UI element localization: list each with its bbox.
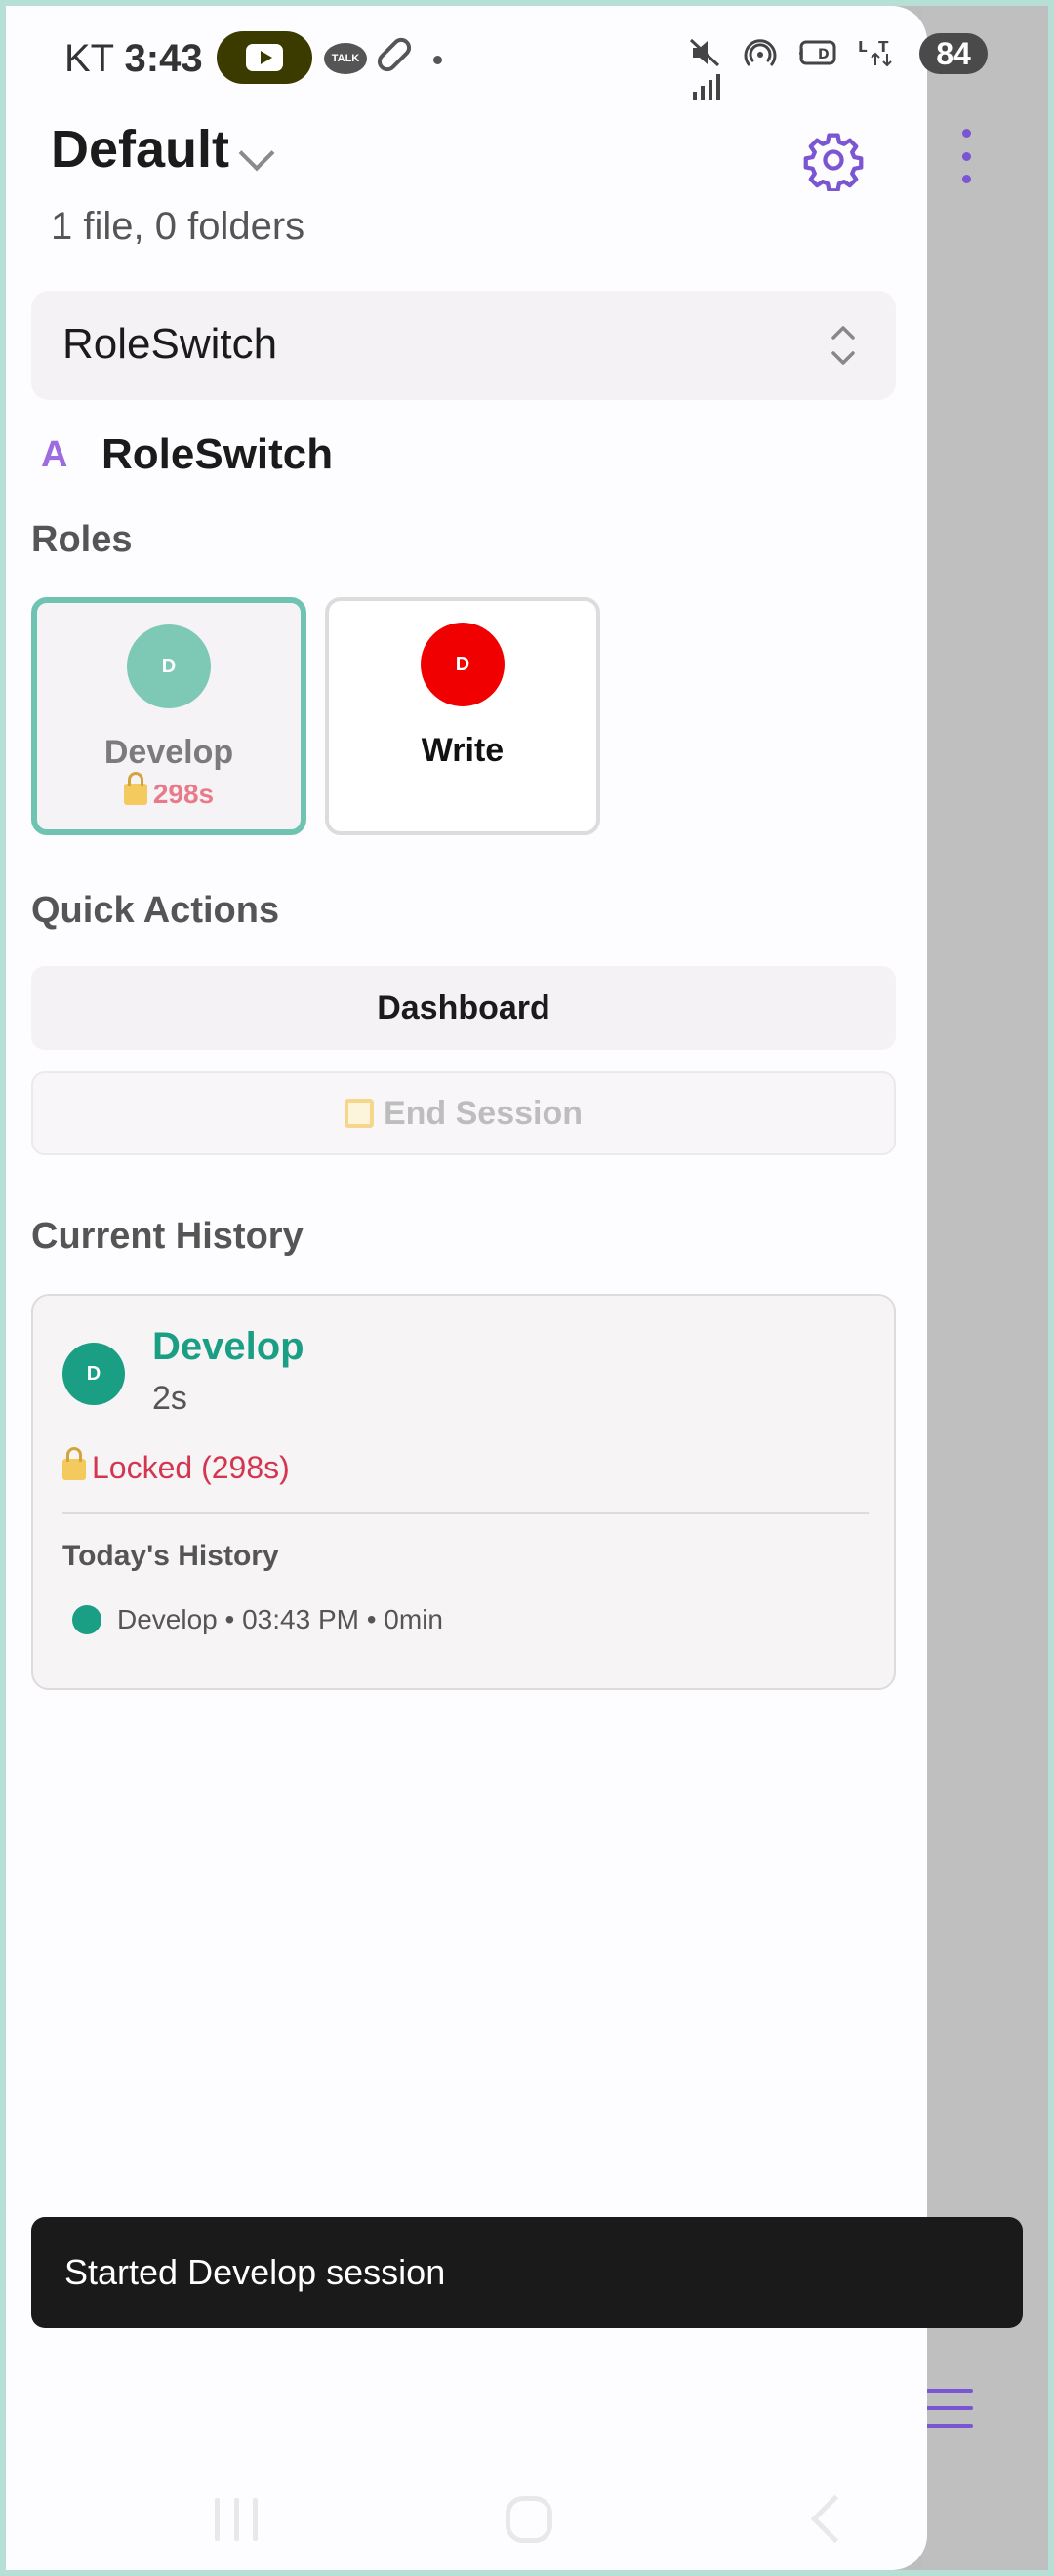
history-role-name: Develop	[152, 1325, 304, 1368]
role-avatar: D	[421, 623, 505, 706]
file-count-label: 1 file, 0 folders	[51, 205, 305, 248]
current-history-title: Current History	[31, 1216, 304, 1257]
system-icons: HD LTE+	[689, 35, 927, 103]
page-title[interactable]: Default	[51, 119, 229, 180]
current-history-card: D Develop 2s Locked (298s) Today's Histo…	[31, 1294, 896, 1690]
lock-icon	[123, 772, 147, 805]
history-duration: 2s	[152, 1380, 187, 1417]
history-avatar: D	[62, 1343, 125, 1405]
gear-icon[interactable]	[802, 129, 865, 191]
hamburger-menu-icon[interactable]	[926, 2389, 973, 2428]
youtube-icon	[217, 31, 312, 84]
end-session-label: End Session	[383, 1094, 584, 1132]
status-bar: KT 3:43 TALK HD LTE+	[6, 6, 927, 103]
lock-icon	[62, 1447, 86, 1480]
hd-icon: HD	[792, 40, 836, 65]
role-name: Write	[421, 732, 505, 769]
back-icon[interactable]	[810, 2494, 860, 2544]
quick-actions-title: Quick Actions	[31, 890, 280, 931]
role-lock-timer: 298s	[37, 772, 301, 810]
notification-dot-icon	[433, 56, 442, 64]
end-session-button[interactable]: End Session	[31, 1071, 896, 1155]
history-lock-status: Locked (298s)	[62, 1447, 290, 1486]
role-lock-value: 298s	[152, 779, 215, 809]
divider	[62, 1512, 869, 1514]
stop-icon	[344, 1099, 374, 1128]
signal-icon	[693, 74, 720, 101]
more-options-icon[interactable]	[953, 129, 980, 183]
toast-snackbar: Started Develop session	[31, 2217, 1023, 2328]
unfold-icon	[831, 326, 855, 365]
history-lock-text: Locked (298s)	[92, 1450, 290, 1485]
dashboard-button[interactable]: Dashboard	[31, 966, 896, 1050]
history-entry-text: Develop • 03:43 PM • 0min	[117, 1604, 443, 1634]
recent-apps-icon[interactable]	[215, 2498, 258, 2541]
battery-indicator: 84	[919, 33, 988, 74]
project-selector-value: RoleSwitch	[62, 320, 278, 368]
home-icon[interactable]	[506, 2496, 552, 2543]
background-app	[922, 0, 1054, 2576]
hotspot-icon	[744, 39, 777, 67]
project-selector[interactable]: RoleSwitch	[31, 291, 896, 400]
today-history-title: Today's History	[62, 1540, 279, 1572]
list-item: Develop • 03:43 PM • 0min	[72, 1604, 443, 1635]
toast-message: Started Develop session	[64, 2252, 446, 2292]
role-avatar: D	[127, 624, 211, 708]
app-item[interactable]: A RoleSwitch	[41, 427, 333, 482]
talk-label: TALK	[331, 53, 360, 64]
pill-icon	[373, 33, 416, 76]
lte-icon: LTE+	[858, 38, 927, 67]
svg-text:LTE+: LTE+	[858, 38, 901, 56]
role-card-write[interactable]: D Write	[325, 597, 600, 835]
system-nav-bar	[6, 2484, 927, 2562]
mute-icon	[689, 38, 720, 67]
svg-text:HD: HD	[799, 47, 836, 62]
role-card-develop[interactable]: D Develop 298s	[31, 597, 306, 835]
role-name: Develop	[103, 734, 234, 771]
app-name: RoleSwitch	[101, 430, 334, 478]
status-time: 3:43	[124, 37, 203, 80]
kakaotalk-icon: TALK	[324, 43, 367, 74]
navigation-drawer: KT 3:43 TALK HD LTE+ Default 1 file, 0 f…	[6, 6, 927, 2570]
roles-section-title: Roles	[31, 519, 133, 560]
carrier-label: KT	[64, 37, 114, 80]
history-dot-icon	[72, 1605, 101, 1634]
chevron-down-icon[interactable]	[238, 135, 275, 172]
app-glyph-icon: A	[41, 433, 68, 475]
status-carrier: KT 3:43	[64, 37, 203, 81]
